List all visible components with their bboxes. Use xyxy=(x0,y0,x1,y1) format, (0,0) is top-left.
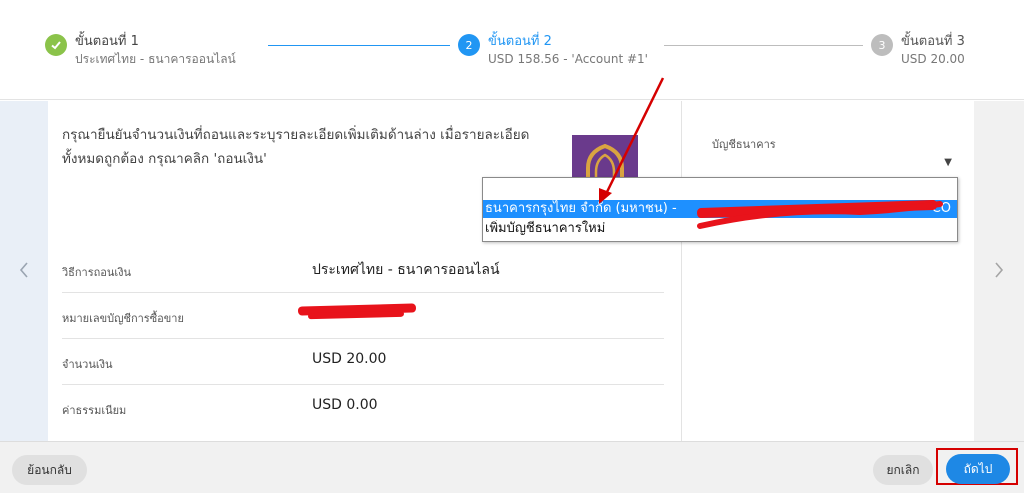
dropdown-option-krungthai[interactable]: ธนาคารกรุงไทย จำกัด (มหาชน) - CO xyxy=(483,200,957,218)
check-icon xyxy=(45,34,67,56)
step-3-subtitle: USD 20.00 xyxy=(901,52,965,66)
bank-account-select[interactable]: ▼ xyxy=(712,153,958,179)
detail-label: หมายเลขบัญชีการซื้อขาย xyxy=(62,312,184,325)
option-label: เพิ่มบัญชีธนาคารใหม่ xyxy=(485,221,606,236)
chevron-left-icon xyxy=(19,259,29,283)
cancel-button[interactable]: ยกเลิก xyxy=(873,455,933,485)
step-2-number: 2 xyxy=(458,34,480,56)
bank-account-panel: บัญชีธนาคาร ▼ xyxy=(681,101,974,441)
next-button[interactable]: ถัดไป xyxy=(946,454,1010,484)
detail-label: จำนวนเงิน xyxy=(62,358,113,371)
dropdown-option-add-bank[interactable]: เพิ่มบัญชีธนาคารใหม่ xyxy=(483,220,957,238)
caret-down-icon: ▼ xyxy=(944,157,952,168)
step-2: 2 ขั้นตอนที่ 2 USD 158.56 - 'Account #1' xyxy=(458,33,648,68)
step-2-title: ขั้นตอนที่ 2 xyxy=(488,34,552,49)
detail-row-amount: จำนวนเงิน USD 20.00 xyxy=(62,339,664,385)
step-3-title: ขั้นตอนที่ 3 xyxy=(901,34,965,49)
next-arrow-button[interactable] xyxy=(974,101,1024,441)
bank-account-dropdown: ธนาคารกรุงไทย จำกัด (มหาชน) - CO เพิ่มบั… xyxy=(482,177,958,242)
footer-bar: ย้อนกลับ ยกเลิก ถัดไป xyxy=(0,441,1024,493)
withdrawal-details: กรุณายืนยันจำนวนเงินที่ถอนและระบุรายละเอ… xyxy=(48,101,680,441)
chevron-right-icon xyxy=(994,259,1004,283)
step-connector xyxy=(664,45,863,46)
redaction-mark xyxy=(696,200,938,218)
redaction-mark xyxy=(307,310,405,320)
step-3: 3 ขั้นตอนที่ 3 USD 20.00 xyxy=(871,33,965,68)
detail-label: ค่าธรรมเนียม xyxy=(62,404,127,417)
step-1: ขั้นตอนที่ 1 ประเทศไทย - ธนาคารออนไลน์ xyxy=(45,33,236,68)
detail-row-account: หมายเลขบัญชีการซื้อขาย xyxy=(62,293,664,339)
bank-account-label: บัญชีธนาคาร xyxy=(712,138,776,151)
detail-row-fee: ค่าธรรมเนียม USD 0.00 xyxy=(62,385,664,431)
option-label: ธนาคารกรุงไทย จำกัด (มหาชน) - xyxy=(485,201,677,216)
detail-value: ประเทศไทย - ธนาคารออนไลน์ xyxy=(312,262,500,278)
stepper: ขั้นตอนที่ 1 ประเทศไทย - ธนาคารออนไลน์ 2… xyxy=(0,0,1024,100)
detail-row-method: วิธีการถอนเงิน ประเทศไทย - ธนาคารออนไลน์ xyxy=(62,247,664,293)
step-1-subtitle: ประเทศไทย - ธนาคารออนไลน์ xyxy=(75,52,236,66)
step-connector xyxy=(268,45,450,46)
instructions-text: กรุณายืนยันจำนวนเงินที่ถอนและระบุรายละเอ… xyxy=(62,127,530,167)
step-3-number: 3 xyxy=(871,34,893,56)
back-button[interactable]: ย้อนกลับ xyxy=(12,455,87,485)
detail-label: วิธีการถอนเงิน xyxy=(62,266,132,279)
detail-value: USD 20.00 xyxy=(312,351,387,367)
detail-value: USD 0.00 xyxy=(312,397,378,413)
prev-arrow-button[interactable] xyxy=(0,101,48,441)
step-2-subtitle: USD 158.56 - 'Account #1' xyxy=(488,52,648,66)
step-1-title: ขั้นตอนที่ 1 xyxy=(75,34,139,49)
